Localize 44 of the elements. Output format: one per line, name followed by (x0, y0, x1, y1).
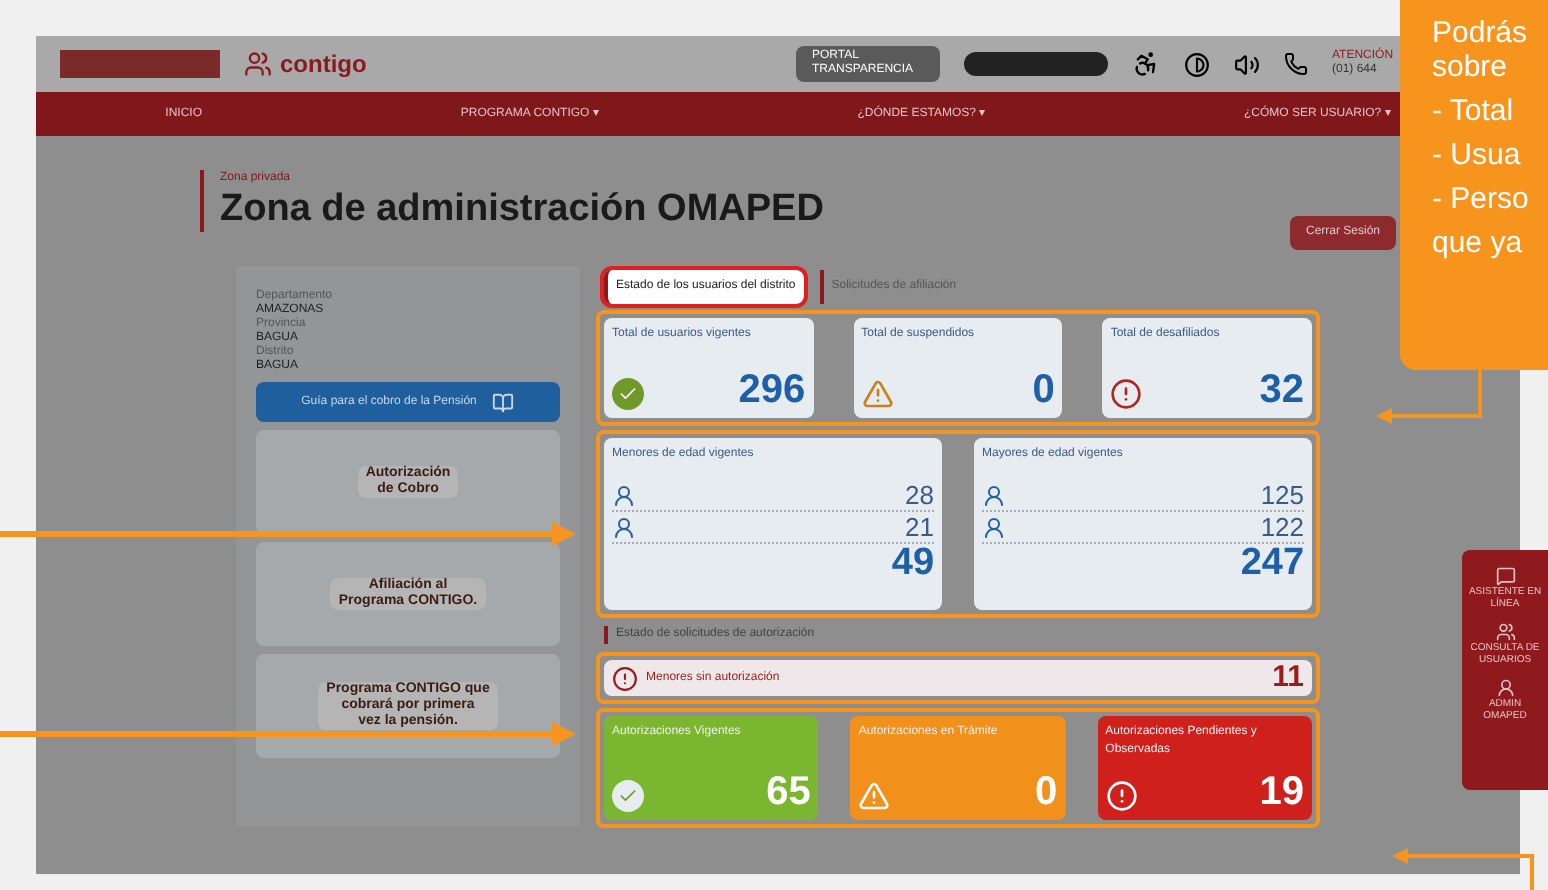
callout-text: - Total (1432, 94, 1516, 128)
phone-icon (1284, 52, 1308, 76)
person-icon (982, 515, 1007, 539)
users-icon (1495, 622, 1515, 642)
callout-text: sobre (1432, 50, 1510, 84)
page-title: Zona de administración OMAPED (220, 188, 824, 232)
alert-icon (612, 665, 639, 691)
person-icon (982, 483, 1007, 507)
callout-text: - Perso (1432, 182, 1531, 216)
stat-value: 0 (1032, 370, 1055, 410)
warning-icon (858, 780, 891, 812)
age-total: 247 (1240, 544, 1305, 584)
check-icon (612, 378, 645, 410)
alert-icon (1110, 378, 1143, 410)
stat-value: 32 (1259, 370, 1304, 410)
unauthorized-value: 11 (1272, 657, 1304, 698)
age-row-value: 122 (1260, 512, 1305, 542)
callout-text: que ya (1432, 226, 1525, 260)
annotation-arrow (1392, 848, 1534, 890)
speaker-icon[interactable] (1234, 51, 1260, 77)
stat-value: 296 (738, 370, 806, 410)
callout-text: - Usua (1432, 138, 1523, 172)
book-icon (492, 391, 515, 413)
age-row-value: 28 (905, 480, 935, 510)
contrast-icon[interactable] (1184, 51, 1210, 77)
alert-icon (1105, 780, 1138, 812)
flag-logo-icon (60, 50, 220, 78)
accessibility-icon[interactable] (1132, 50, 1160, 78)
brand-name: contigo (280, 48, 367, 82)
age-row-value: 21 (905, 512, 935, 542)
authorization-value: 0 (1035, 772, 1058, 812)
callout-text: Podrás (1432, 16, 1530, 50)
zoom-control[interactable] (964, 52, 1108, 76)
age-row-value: 125 (1260, 480, 1305, 510)
person-icon (612, 483, 637, 507)
person-icon (612, 515, 637, 539)
user-icon (1495, 678, 1515, 698)
authorization-value: 65 (766, 772, 811, 812)
authorization-value: 19 (1259, 772, 1304, 812)
warning-icon (861, 378, 894, 410)
chat-icon (1495, 566, 1515, 586)
age-total: 49 (891, 544, 935, 584)
check-icon (612, 780, 645, 812)
people-logo-icon (244, 50, 272, 78)
